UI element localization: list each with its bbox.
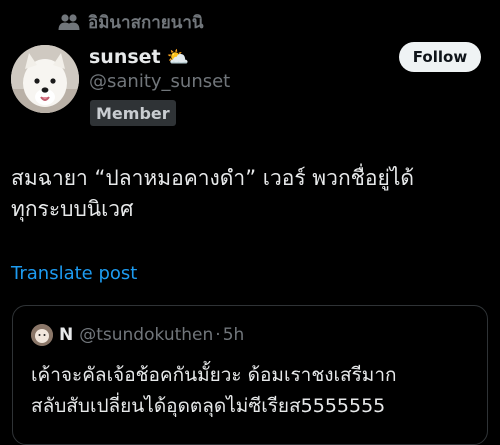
quoted-author-name: N: [59, 325, 74, 345]
quoted-separator: ·: [215, 325, 221, 345]
avatar[interactable]: [11, 45, 79, 113]
post-text-line: สมฉายา “ปลาหมอคางดำ” เวอร์ พวกชื่อยู่ได้: [11, 166, 415, 190]
quoted-text-line: สลับสับเปลี่ยนได้อุดตลุดไม่ซีเรียส555555…: [31, 395, 386, 417]
quoted-timestamp: 5h: [222, 325, 245, 345]
community-label[interactable]: อิมินาสกายนานิ: [58, 10, 204, 34]
quoted-post[interactable]: N @tsundokuthen · 5h เค้าจะคัลเจ้อช้อคกั…: [12, 305, 488, 445]
translate-post-link[interactable]: Translate post: [11, 263, 137, 284]
author-handle[interactable]: @sanity_sunset: [89, 71, 230, 92]
quoted-post-text: เค้าจะคัลเจ้อช้อคกันมั้ยวะ ด้อมเราชงเสรี…: [31, 360, 481, 422]
community-name: อิมินาสกายนานิ: [88, 12, 204, 33]
quoted-avatar[interactable]: [31, 324, 53, 346]
post-text: สมฉายา “ปลาหมอคางดำ” เวอร์ พวกชื่อยู่ได้…: [11, 163, 491, 225]
author-name-row[interactable]: sunset ⛅: [89, 44, 189, 70]
follow-button[interactable]: Follow: [399, 42, 481, 72]
sun-behind-cloud-icon: ⛅: [166, 46, 190, 68]
post-text-line: ทุกระบบนิเวศ: [11, 197, 134, 221]
member-badge: Member: [90, 100, 176, 126]
quoted-author-handle: @tsundokuthen: [79, 325, 214, 345]
quoted-post-header: N @tsundokuthen · 5h: [31, 324, 244, 346]
quoted-text-line: เค้าจะคัลเจ้อช้อคกันมั้ยวะ ด้อมเราชงเสรี…: [31, 364, 397, 386]
author-display-name: sunset: [89, 46, 161, 68]
people-icon: [58, 13, 80, 31]
